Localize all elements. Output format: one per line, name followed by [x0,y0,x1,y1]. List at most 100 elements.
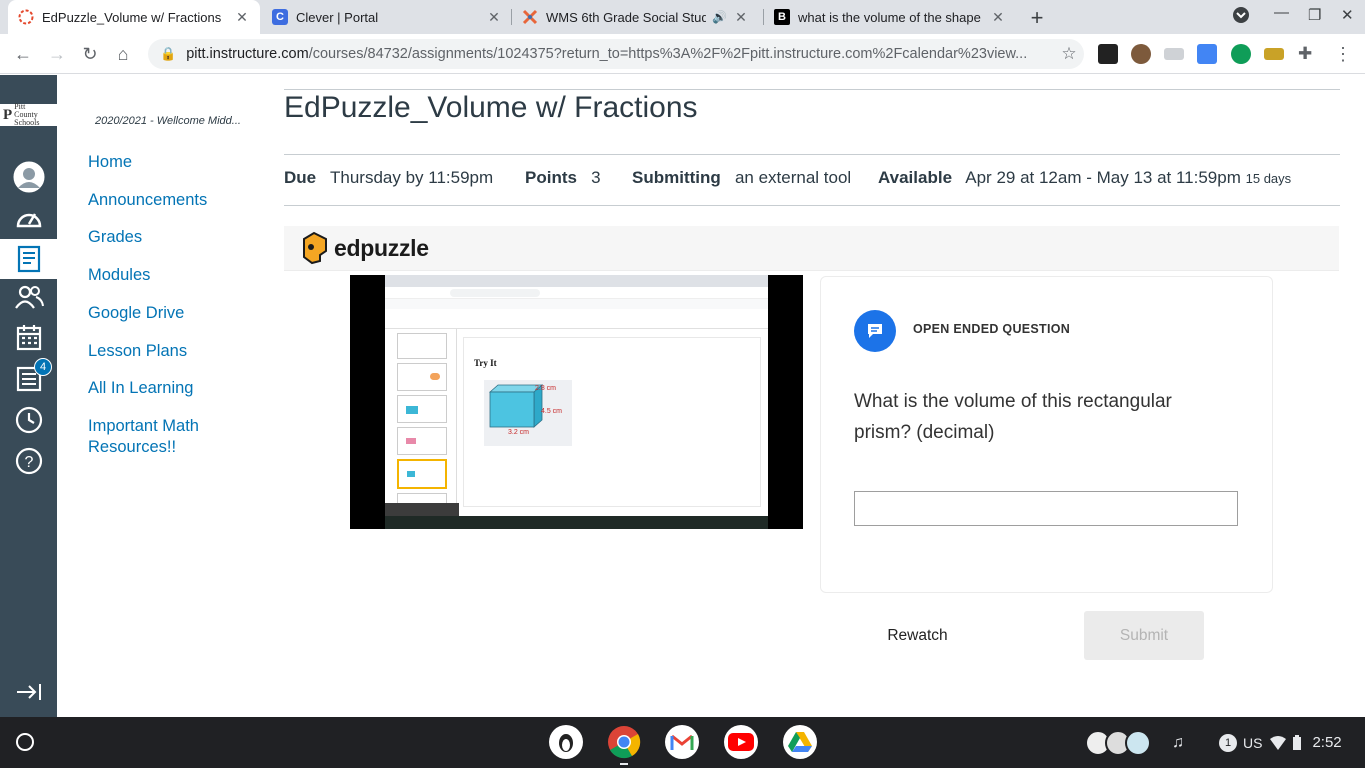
video-slide-canvas: Try It 2.8 cm 4.5 cm 3.2 cm [463,337,761,507]
slide-heading: Try It [474,358,497,368]
chat-bubble-icon [868,324,882,338]
collapse-nav-button[interactable] [0,672,57,712]
submitting-info: Submitting an external tool [632,168,851,188]
course-nav-math-resources[interactable]: Important Math Resources!! [88,416,228,458]
tab-brainly[interactable]: B what is the volume of the shape ✕ [764,0,1016,34]
course-nav-home[interactable]: Home [88,152,132,173]
tab-edpuzzle[interactable]: EdPuzzle_Volume w/ Fractions ✕ [8,0,260,34]
page-title: EdPuzzle_Volume w/ Fractions [284,91,698,124]
edpuzzle-puzzle-icon [303,231,327,265]
close-window-button[interactable]: ✕ [1341,6,1354,24]
course-title: 2020/2021 - Wellcome Midd... [95,115,241,127]
browser-toolbar: ← → ↻ ⌂ 🔒 pitt.instructure.com/courses/8… [0,34,1365,74]
course-nav-grades[interactable]: Grades [88,227,142,248]
video-player[interactable]: Try It 2.8 cm 4.5 cm 3.2 cm [350,275,803,529]
extensions-puzzle-icon[interactable]: ✚ [1298,44,1318,64]
shelf-app-youtube[interactable] [724,725,758,759]
course-nav-modules[interactable]: Modules [88,265,150,286]
divider [284,89,1340,90]
courses-nav[interactable] [0,239,57,279]
tab-title: EdPuzzle_Volume w/ Fractions [42,9,222,25]
video-frame: Try It 2.8 cm 4.5 cm 3.2 cm [385,275,768,529]
inbox-badge: 4 [34,358,52,376]
calendar-nav[interactable] [0,317,57,357]
close-tab-icon[interactable]: ✕ [733,9,749,26]
browser-menu-icon[interactable]: ⋮ [1333,44,1353,64]
answer-input[interactable] [854,491,1238,526]
due-info: Due Thursday by 11:59pm [284,168,493,188]
penguin-app-icon [559,734,573,752]
media-controls-icon[interactable]: ♫ [1172,717,1184,768]
close-tab-icon[interactable]: ✕ [990,9,1006,26]
brainly-favicon-icon: B [774,9,790,25]
help-nav[interactable]: ? [0,441,57,481]
extension-icon[interactable] [1098,44,1118,64]
school-logo[interactable]: P Pitt County Schools [0,103,57,127]
shelf-app-chrome[interactable] [607,725,641,759]
maximize-button[interactable]: ❐ [1308,6,1321,24]
new-tab-button[interactable]: + [1026,5,1048,31]
launcher-circle-icon [16,733,34,751]
holding-space-tray[interactable] [1085,717,1151,768]
divider [284,205,1340,206]
close-tab-icon[interactable]: ✕ [234,9,250,26]
tab-search-icon[interactable] [1232,6,1250,28]
close-tab-icon[interactable]: ✕ [486,9,502,26]
inbox-nav[interactable]: 4 [0,358,57,398]
video-slide-thumbnails [385,329,457,509]
course-nav-lesson-plans[interactable]: Lesson Plans [88,341,187,362]
launcher-button[interactable] [8,725,42,759]
forward-button[interactable]: → [45,42,69,66]
collapse-arrow-icon [16,684,41,700]
question-type-badge [854,310,896,352]
video-os-shelf [385,516,768,529]
question-type-label: OPEN ENDED QUESTION [913,322,1071,336]
reload-button[interactable]: ↻ [78,42,102,66]
address-bar[interactable]: 🔒 pitt.instructure.com/courses/84732/ass… [148,39,1084,69]
edpuzzle-favicon-icon [18,9,34,25]
history-nav[interactable] [0,400,57,440]
wifi-icon [1270,735,1287,750]
rewatch-button[interactable]: Rewatch [860,611,975,660]
notification-count: 1 [1219,733,1237,752]
prism-figure: 2.8 cm 4.5 cm 3.2 cm [484,380,572,446]
calendar-icon [16,325,41,351]
submit-button[interactable]: Submit [1084,611,1204,660]
chrome-icon [608,726,641,759]
status-area[interactable]: 1 US 2:52 [1219,717,1342,768]
shelf-app-gmail[interactable] [665,725,699,759]
dashboard-nav[interactable] [0,199,57,239]
active-app-indicator [620,763,628,765]
tray-thumbnail [1125,729,1151,756]
extension-icon[interactable] [1231,44,1251,64]
battery-icon [1293,734,1302,750]
tab-clever[interactable]: C Clever | Portal ✕ [262,0,512,34]
home-button[interactable]: ⌂ [111,42,135,66]
avatar-icon [13,161,44,193]
shelf-app-drive[interactable] [783,725,817,759]
submitting-label: Submitting [632,168,721,187]
account-nav[interactable] [0,157,57,197]
gmail-icon [670,734,694,750]
course-nav-all-in-learning[interactable]: All In Learning [88,378,194,399]
tab-wms-social-studies[interactable]: WMS 6th Grade Social Studies 🔊 ✕ [512,0,764,34]
extension-icon[interactable] [1164,48,1184,60]
translate-extension-icon[interactable] [1197,44,1217,64]
audio-playing-icon[interactable]: 🔊 [712,10,727,24]
wms-favicon-icon [522,9,538,25]
shelf-app-penguin[interactable] [549,725,583,759]
extension-icon[interactable] [1264,48,1284,60]
course-nav-google-drive[interactable]: Google Drive [88,303,184,324]
back-button[interactable]: ← [11,42,35,66]
edpuzzle-header [284,226,1339,271]
youtube-icon [728,733,754,751]
bookmark-star-icon[interactable]: ☆ [1054,44,1084,64]
tab-title: WMS 6th Grade Social Studies [546,9,706,25]
extension-icon[interactable] [1131,44,1151,64]
dashboard-gauge-icon [16,213,41,228]
groups-nav[interactable] [0,277,57,317]
video-browser-toolbar [385,287,768,299]
video-browser-tabs [385,275,768,287]
course-nav-announcements[interactable]: Announcements [88,190,207,211]
minimize-button[interactable]: — [1274,4,1289,21]
